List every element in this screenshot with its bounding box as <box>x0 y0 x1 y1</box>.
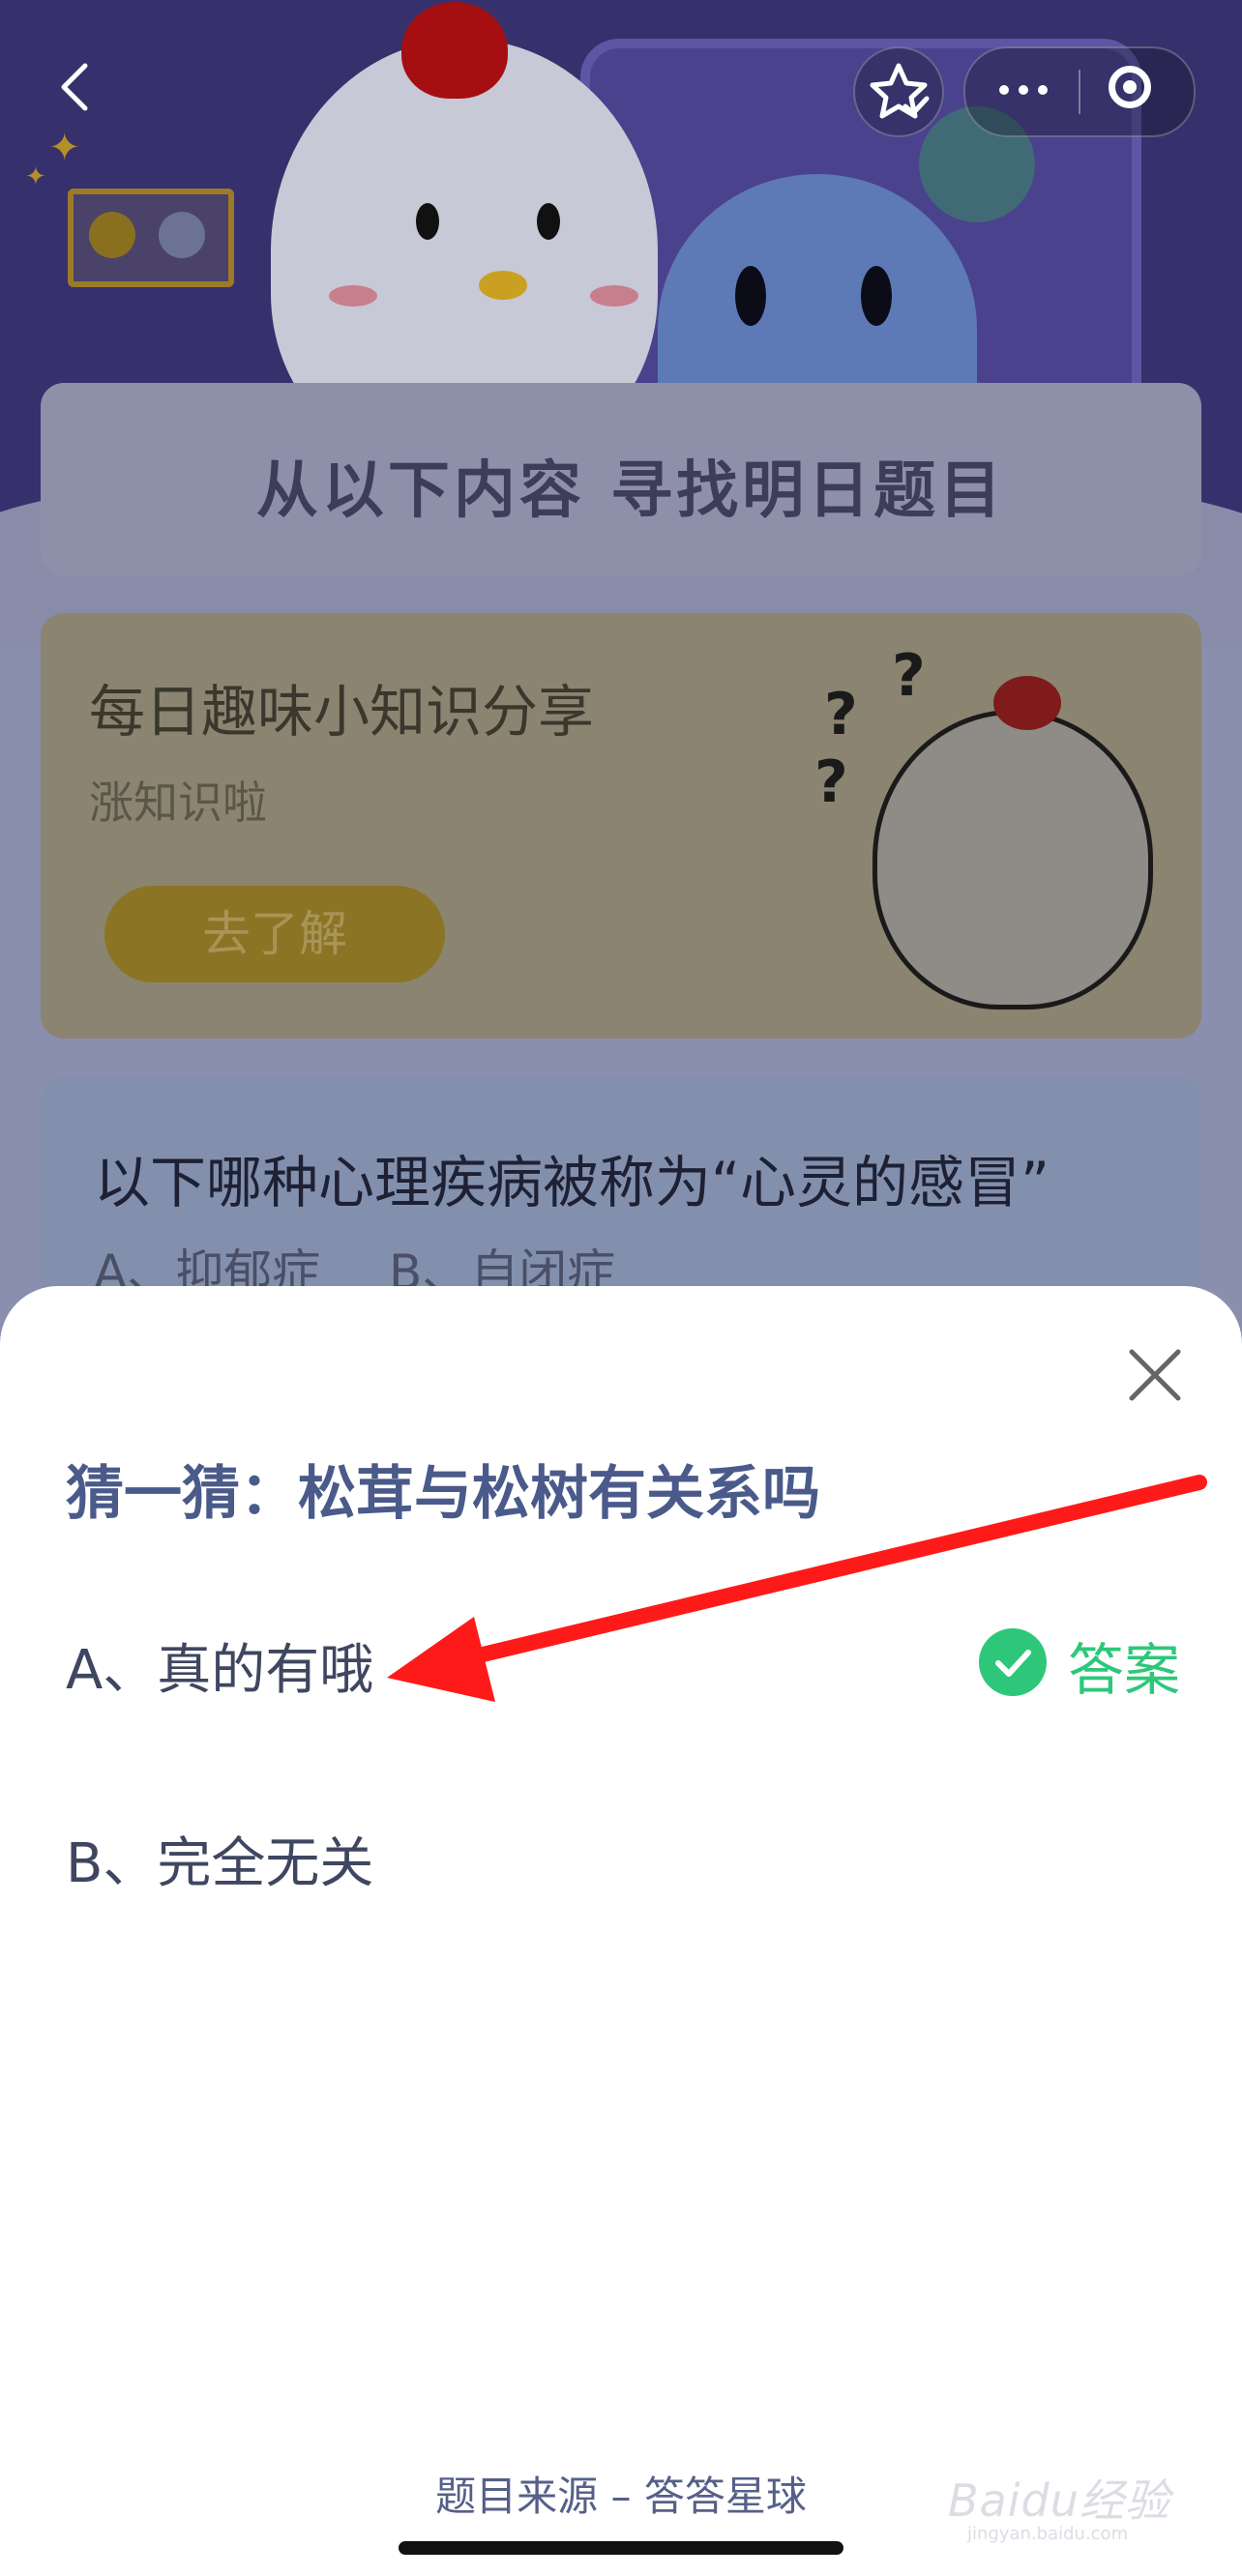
capsule-divider <box>1079 70 1080 114</box>
mascot-beak <box>479 271 527 300</box>
mascot-eye <box>861 266 892 326</box>
banner-title: 从以下内容 寻找明日题目 <box>255 455 1006 527</box>
close-icon <box>1129 1349 1181 1401</box>
chevron-left-icon <box>61 63 88 111</box>
daily-knowledge-card[interactable]: 每日趣味小知识分享 涨知识啦 去了解 ? ? ? <box>41 613 1201 1039</box>
answer-option-a[interactable]: A、真的有哦 答案 <box>66 1615 1180 1712</box>
check-circle-icon <box>979 1628 1047 1696</box>
thinking-chicken-illustration <box>872 676 1153 1010</box>
question-mark-icon: ? <box>814 748 848 816</box>
gold-medal-icon <box>89 212 135 258</box>
baidu-watermark: Baidu经验 <box>948 2474 1170 2527</box>
quiz-answer-sheet: 猜一猜：松茸与松树有关系吗 A、真的有哦 答案 B、完全无关 题目来源 – 答答… <box>0 1286 1242 2576</box>
medal-frame-illustration <box>68 189 234 287</box>
baidu-watermark-domain: jingyan.baidu.com <box>967 2524 1129 2544</box>
card-title: 每日趣味小知识分享 <box>89 679 595 745</box>
miniapp-capsule <box>963 46 1196 137</box>
home-indicator[interactable] <box>399 2541 843 2555</box>
sparkle-icon: ✦ <box>48 126 81 170</box>
mascot-eye <box>416 203 439 240</box>
learn-more-button[interactable]: 去了解 <box>104 886 445 982</box>
question-text: 以下哪种心理疾病被称为“心灵的感冒” <box>94 1150 1050 1215</box>
quiz-title: 猜一猜：松茸与松树有关系吗 <box>66 1460 820 1528</box>
card-subtitle: 涨知识啦 <box>89 776 267 829</box>
sparkle-icon: ✦ <box>25 162 46 191</box>
option-text: B、完全无关 <box>66 1832 374 1895</box>
answer-option-b[interactable]: B、完全无关 <box>66 1808 1178 1905</box>
chicken-comb <box>401 2 508 99</box>
close-miniapp-button[interactable] <box>1109 66 1151 108</box>
more-button[interactable] <box>994 66 1052 124</box>
ellipsis-icon <box>999 85 1048 95</box>
mascot-cheek <box>590 285 638 307</box>
option-text: A、真的有哦 <box>66 1639 374 1702</box>
star-check-icon <box>870 63 930 119</box>
mascot-eye <box>537 203 560 240</box>
tomorrow-topic-banner: 从以下内容 寻找明日题目 <box>41 383 1201 576</box>
correct-answer-tag: 答案 <box>979 1623 1180 1703</box>
close-button[interactable] <box>1124 1344 1186 1406</box>
question-mark-icon: ? <box>824 681 858 748</box>
mascot-eye <box>735 266 766 326</box>
favorite-button[interactable] <box>853 46 944 137</box>
silver-medal-icon <box>159 212 205 258</box>
chicken-comb <box>993 676 1061 730</box>
question-mark-icon: ? <box>892 642 926 710</box>
mascot-cheek <box>329 285 377 307</box>
answer-label: 答案 <box>1068 1637 1181 1703</box>
back-button[interactable] <box>48 58 106 116</box>
